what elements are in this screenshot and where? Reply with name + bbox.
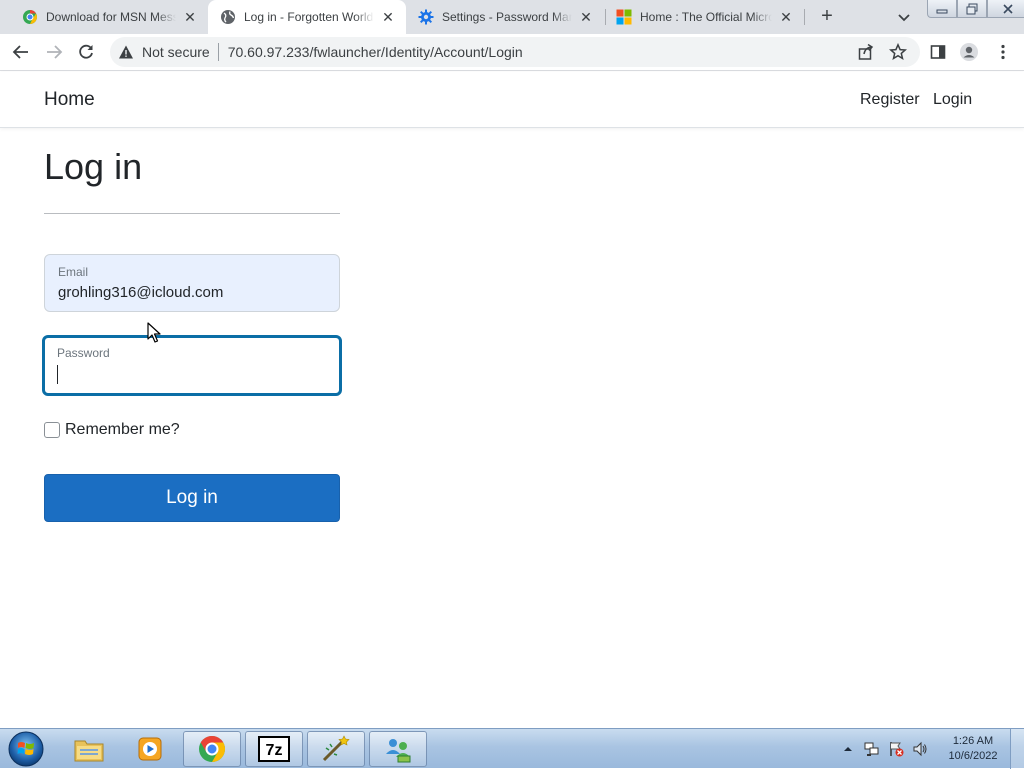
password-label: Password [57, 346, 110, 360]
remember-me-checkbox[interactable] [44, 422, 60, 438]
restore-button[interactable] [957, 0, 987, 18]
clock-date: 10/6/2022 [948, 750, 998, 762]
email-input[interactable]: grohling316@icloud.com [58, 284, 223, 301]
url-text[interactable]: 70.60.97.233/fwlauncher/Identity/Account… [228, 44, 856, 60]
settings-gear-icon [418, 9, 434, 25]
tab-microsoft-home[interactable]: Home : The Official Micro ✕ [604, 0, 804, 34]
microsoft-logo-icon [616, 9, 632, 25]
network-users-icon[interactable] [369, 731, 427, 767]
login-submit-button[interactable]: Log in [44, 474, 340, 522]
warning-triangle-icon[interactable] [118, 44, 134, 60]
close-tab-icon[interactable]: ✕ [182, 9, 198, 25]
wand-tool-icon[interactable] [307, 731, 365, 767]
omnibox-divider [217, 43, 219, 61]
browser-toolbar: Not secure 70.60.97.233/fwlauncher/Ident… [0, 34, 1024, 71]
window-controls [927, 0, 1024, 18]
tab-search-chevron-icon[interactable] [894, 7, 914, 27]
email-label: Email [58, 265, 89, 279]
7zip-icon[interactable]: 7z [245, 731, 303, 767]
page-title: Log in [44, 146, 143, 187]
register-link[interactable]: Register [860, 91, 920, 109]
tab-title: Settings - Password Mana [442, 10, 572, 24]
back-button[interactable] [9, 40, 33, 64]
profile-avatar-icon[interactable] [959, 42, 979, 62]
address-bar[interactable]: Not secure 70.60.97.233/fwlauncher/Ident… [110, 37, 920, 67]
start-button[interactable] [6, 730, 46, 768]
share-icon[interactable] [856, 42, 876, 62]
tab-title: Download for MSN Mess [46, 10, 176, 24]
media-player-icon[interactable] [121, 731, 179, 767]
close-tab-icon[interactable]: ✕ [778, 9, 794, 25]
minimize-button[interactable] [927, 0, 957, 18]
security-status-label[interactable]: Not secure [142, 44, 210, 60]
tab-title: Home : The Official Micro [640, 10, 772, 24]
remember-me-row: Remember me? [44, 421, 180, 439]
forward-arrow-icon [47, 45, 63, 59]
forward-button[interactable] [42, 40, 66, 64]
clock-time: 1:26 AM [952, 735, 994, 747]
volume-speaker-icon[interactable] [912, 741, 928, 757]
remember-me-label[interactable]: Remember me? [65, 421, 180, 439]
password-field[interactable]: Password [42, 335, 342, 396]
file-explorer-icon[interactable] [60, 731, 118, 767]
close-window-button[interactable] [987, 0, 1024, 18]
globe-icon [220, 9, 236, 25]
more-menu-icon[interactable] [993, 42, 1013, 62]
show-hidden-icons-chevron-icon[interactable] [840, 741, 856, 757]
show-desktop-button[interactable] [1010, 729, 1024, 769]
tab-password-settings[interactable]: Settings - Password Mana ✕ [406, 0, 604, 34]
tab-title: Log in - Forgotten World [244, 10, 374, 24]
tab-login-forgotten-world[interactable]: Log in - Forgotten World ✕ [208, 0, 406, 34]
side-panel-icon[interactable] [928, 42, 948, 62]
browser-tab-strip: Download for MSN Mess ✕ Log in - Forgott… [0, 0, 1024, 34]
svg-text:7z: 7z [266, 742, 283, 759]
tab-msn-download[interactable]: Download for MSN Mess ✕ [10, 0, 208, 34]
close-tab-icon[interactable]: ✕ [578, 9, 594, 25]
taskbar-clock[interactable]: 1:26 AM 10/6/2022 [940, 734, 1006, 764]
close-tab-icon[interactable]: ✕ [380, 9, 396, 25]
network-icon[interactable] [864, 741, 880, 757]
new-tab-button[interactable]: + [815, 5, 839, 29]
chrome-download-icon [22, 9, 38, 25]
reload-icon [79, 44, 93, 59]
text-caret [57, 365, 58, 384]
mouse-cursor-icon [147, 322, 161, 343]
action-center-flag-icon[interactable] [888, 741, 904, 757]
email-field[interactable]: Email grohling316@icloud.com [44, 254, 340, 312]
home-brand-link[interactable]: Home [44, 89, 95, 111]
bookmark-star-icon[interactable] [888, 42, 908, 62]
tab-separator [605, 9, 606, 25]
site-navbar: Home Register Login [0, 72, 1024, 128]
system-tray [840, 729, 936, 769]
login-link[interactable]: Login [933, 91, 972, 109]
back-arrow-icon [12, 45, 28, 59]
tab-separator [804, 9, 805, 25]
reload-button[interactable] [74, 40, 98, 64]
windows-taskbar: 7z 1:26 AM 10/6/2022 [0, 728, 1024, 769]
chrome-icon[interactable] [183, 731, 241, 767]
title-divider [44, 213, 340, 214]
